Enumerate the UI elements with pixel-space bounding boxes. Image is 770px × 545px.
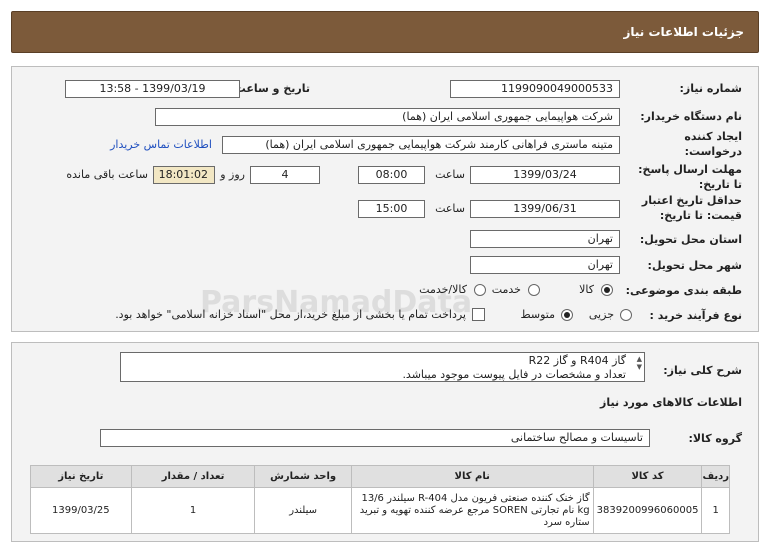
cell-row: 1 — [701, 487, 730, 534]
price-validity-label-2: قیمت: تا تاریخ: — [659, 209, 742, 222]
col-date: تاریخ نیاز — [30, 465, 132, 488]
price-date-field[interactable]: 1399/06/31 — [470, 200, 620, 218]
col-qty: تعداد / مقدار — [130, 465, 256, 488]
cell-code: 3839200996060005 — [592, 487, 703, 534]
creator-label-2: درخواست: — [684, 145, 742, 158]
category-option-goods-service: کالا/خدمت — [419, 283, 467, 296]
reply-date-field[interactable]: 1399/03/24 — [470, 166, 620, 184]
process-radio-minor[interactable] — [620, 309, 632, 321]
province-field[interactable]: تهران — [470, 230, 620, 248]
city-field[interactable]: تهران — [470, 256, 620, 274]
goods-info-title: اطلاعات کالاهای مورد نیاز — [600, 396, 742, 409]
goods-group-field[interactable]: تاسیسات و مصالح ساختمانی — [100, 429, 650, 447]
cell-name: گاز خنک کننده صنعتی فریون مدل R-404 سیلن… — [350, 487, 594, 534]
price-validity-label-1: حداقل تاریخ اعتبار — [641, 194, 742, 207]
goods-table-header: ردیف کد کالا نام کالا واحد شمارش تعداد /… — [30, 465, 730, 488]
price-time-label: ساعت — [435, 202, 465, 215]
remaining-time-label: ساعت باقی مانده — [66, 168, 148, 181]
need-number-field[interactable]: 1199090049000533 — [450, 80, 620, 98]
category-option-service: خدمت — [491, 283, 521, 296]
days-field[interactable]: 4 — [250, 166, 320, 184]
days-label: روز و — [220, 168, 245, 181]
goods-group-label: گروه کالا: — [688, 432, 742, 445]
col-row: ردیف — [701, 465, 730, 488]
province-label: استان محل تحویل: — [639, 233, 742, 246]
category-option-goods: کالا — [579, 283, 594, 296]
reply-deadline-label-1: مهلت ارسال پاسخ: — [638, 163, 742, 176]
reply-time-field[interactable]: 08:00 — [358, 166, 425, 184]
general-desc-box[interactable]: ▲ ▼ گاز R404 و گاز R22 تعداد و مشخصات در … — [120, 352, 645, 382]
buyer-field[interactable]: شرکت هواپیمایی جمهوری اسلامی ایران (هما) — [155, 108, 620, 126]
remaining-time-field: 18:01:02 — [153, 166, 215, 184]
page-title: جزئیات اطلاعات نیاز — [623, 25, 744, 39]
city-label: شهر محل تحویل: — [647, 259, 742, 272]
goods-table: ردیف کد کالا نام کالا واحد شمارش تعداد /… — [30, 465, 730, 534]
process-option-minor: جزیی — [588, 308, 614, 321]
cell-date: 1399/03/25 — [30, 487, 132, 534]
treasury-payment-note: پرداخت تمام یا بخشی از مبلغ خرید،از محل … — [115, 308, 466, 321]
cell-unit: سیلندر — [254, 487, 352, 534]
reply-deadline-label-2: تا تاریخ: — [698, 178, 742, 191]
creator-label-1: ایجاد کننده — [684, 130, 742, 143]
buyer-contact-link[interactable]: اطلاعات تماس خریدار — [110, 138, 212, 151]
general-desc-label: شرح کلی نیاز: — [663, 364, 742, 377]
table-row[interactable]: 1 3839200996060005 گاز خنک کننده صنعتی ف… — [30, 487, 730, 534]
process-label: نوع فرآیند خرید : — [649, 309, 742, 322]
cell-qty: 1 — [130, 487, 256, 534]
announce-field[interactable]: 1399/03/19 - 13:58 — [65, 80, 240, 98]
buyer-label: نام دستگاه خریدار: — [640, 110, 742, 123]
category-radio-service[interactable] — [528, 284, 540, 296]
page-header: جزئیات اطلاعات نیاز — [11, 11, 759, 53]
col-unit: واحد شمارش — [254, 465, 352, 488]
col-name: نام کالا — [350, 465, 594, 488]
general-desc-line-1: گاز R404 و گاز R22 — [528, 354, 626, 367]
process-option-medium: متوسط — [520, 308, 555, 321]
need-number-label: شماره نیاز: — [679, 82, 742, 95]
category-radio-goods-service[interactable] — [474, 284, 486, 296]
scroll-arrows-icon[interactable]: ▲ ▼ — [637, 355, 642, 371]
reply-time-label: ساعت — [435, 168, 465, 181]
category-radio-goods[interactable] — [601, 284, 613, 296]
treasury-payment-checkbox[interactable] — [472, 308, 485, 321]
category-label: طبقه بندی موضوعی: — [625, 284, 742, 297]
price-time-field[interactable]: 15:00 — [358, 200, 425, 218]
process-radio-medium[interactable] — [561, 309, 573, 321]
creator-field[interactable]: متینه ماستری فراهانی کارمند شرکت هواپیما… — [222, 136, 620, 154]
col-code: کد کالا — [592, 465, 703, 488]
general-desc-line-2: تعداد و مشخصات در فایل پیوست موجود میباش… — [402, 368, 626, 381]
